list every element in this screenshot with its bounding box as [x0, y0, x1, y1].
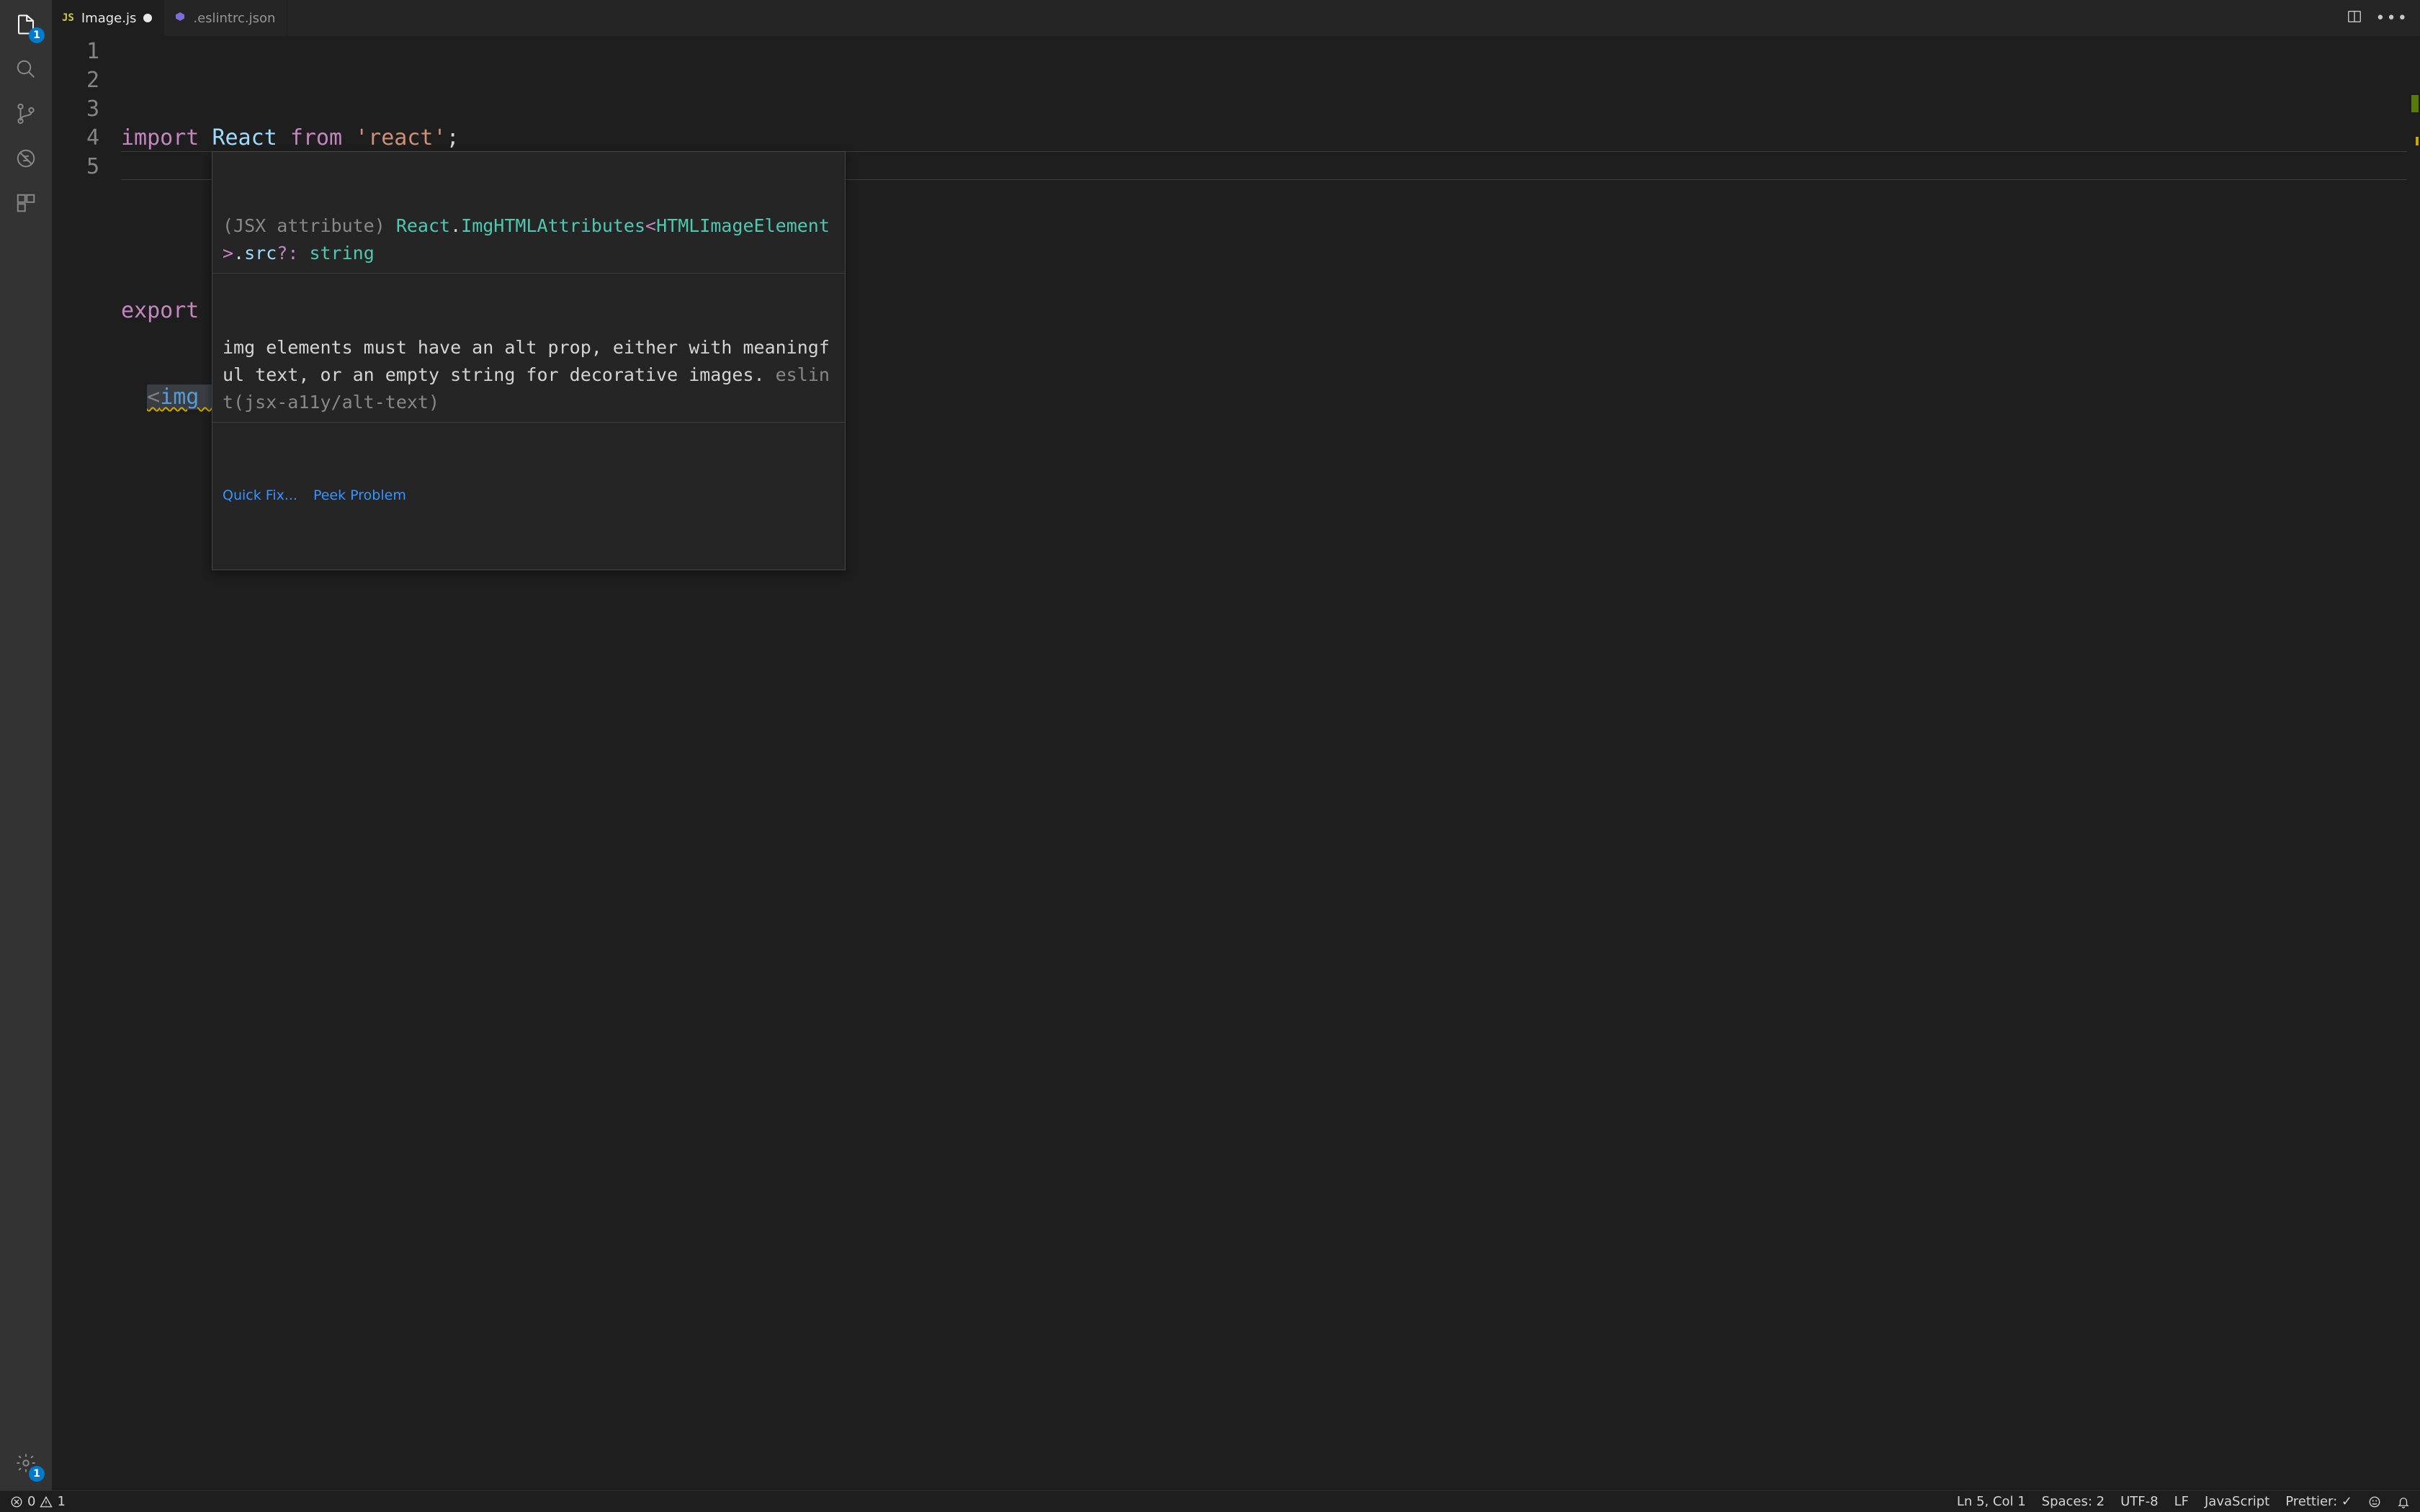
debug-icon — [15, 148, 37, 169]
dirty-indicator-icon — [143, 14, 152, 22]
activity-bar: 1 1 — [0, 0, 52, 1490]
token: ; — [447, 125, 460, 150]
line-number: 4 — [52, 124, 99, 153]
activity-search[interactable] — [9, 52, 43, 86]
status-bar: 0 1 Ln 5, Col 1 Spaces: 2 UTF-8 LF JavaS… — [0, 1490, 2420, 1512]
hover-token: . — [233, 243, 244, 264]
token: img — [160, 384, 199, 410]
extensions-icon — [15, 192, 37, 214]
token: 'react' — [355, 125, 446, 150]
hover-token: ?: — [277, 243, 298, 264]
line-number-gutter: 1 2 3 4 5 — [52, 36, 121, 1490]
line-number: 2 — [52, 66, 99, 95]
hover-signature: (JSX attribute) React.ImgHTMLAttributes<… — [212, 207, 845, 274]
peek-problem-link[interactable]: Peek Problem — [313, 482, 406, 509]
eslint-file-icon — [174, 11, 186, 25]
activity-extensions[interactable] — [9, 186, 43, 220]
activity-source-control[interactable] — [9, 96, 43, 131]
token: import — [121, 125, 199, 150]
activity-debug[interactable] — [9, 141, 43, 176]
hover-token: React — [396, 215, 450, 236]
hover-token: > — [223, 243, 233, 264]
hover-lint-text: img elements must have an alt prop, eith… — [223, 337, 830, 385]
activity-settings[interactable]: 1 — [9, 1446, 43, 1480]
hover-tooltip: (JSX attribute) React.ImgHTMLAttributes<… — [212, 151, 846, 570]
token — [199, 384, 212, 410]
status-feedback[interactable] — [2368, 1495, 2381, 1508]
hover-token: src — [244, 243, 277, 264]
status-error-count: 0 — [27, 1494, 35, 1509]
error-icon — [10, 1495, 23, 1508]
token: < — [147, 384, 160, 410]
settings-badge: 1 — [29, 1466, 45, 1482]
hover-actions: Quick Fix... Peek Problem — [212, 477, 845, 515]
editor[interactable]: 1 2 3 4 5 import React from 'react'; exp… — [52, 36, 2420, 1490]
status-encoding[interactable]: UTF-8 — [2120, 1494, 2158, 1509]
hover-token: . — [450, 215, 461, 236]
overview-warning-mark — [2416, 137, 2419, 145]
split-editor-button[interactable] — [2347, 9, 2362, 27]
status-prettier[interactable]: Prettier: ✓ — [2285, 1494, 2352, 1509]
split-editor-icon — [2347, 9, 2362, 24]
js-file-icon: JS — [62, 12, 74, 24]
tab-label: Image.js — [81, 11, 136, 26]
tab-label: .eslintrc.json — [193, 11, 275, 26]
token: from — [290, 125, 342, 150]
status-notifications[interactable] — [2397, 1495, 2410, 1508]
line-number: 5 — [52, 153, 99, 181]
overview-ruler[interactable] — [2407, 36, 2420, 1490]
hover-lint-message: img elements must have an alt prop, eith… — [212, 328, 845, 423]
hover-token: string — [298, 243, 374, 264]
code-area[interactable]: import React from 'react'; export const … — [121, 36, 2407, 1490]
branch-icon — [15, 103, 37, 125]
token: export — [121, 298, 199, 323]
status-warning-count: 1 — [57, 1494, 65, 1509]
warning-icon — [40, 1495, 53, 1508]
ellipsis-icon: ••• — [2375, 9, 2408, 27]
hover-token: HTMLImageElement — [656, 215, 830, 236]
quick-fix-link[interactable]: Quick Fix... — [223, 482, 297, 509]
status-eol[interactable]: LF — [2174, 1494, 2189, 1509]
status-linecol[interactable]: Ln 5, Col 1 — [1957, 1494, 2026, 1509]
more-actions-button[interactable]: ••• — [2375, 9, 2408, 27]
status-language[interactable]: JavaScript — [2205, 1494, 2269, 1509]
activity-explorer[interactable]: 1 — [9, 7, 43, 42]
line-number: 1 — [52, 37, 99, 66]
overview-change-mark — [2411, 95, 2419, 112]
token: React — [212, 125, 277, 150]
hover-token: ImgHTMLAttributes — [461, 215, 645, 236]
smiley-icon — [2368, 1495, 2381, 1508]
hover-token: (JSX attribute) — [223, 215, 396, 236]
tab-bar: JS Image.js .eslintrc.json ••• — [52, 0, 2420, 36]
bell-icon — [2397, 1495, 2410, 1508]
status-problems[interactable]: 0 1 — [10, 1494, 66, 1509]
explorer-badge: 1 — [29, 27, 45, 43]
status-indent[interactable]: Spaces: 2 — [2042, 1494, 2105, 1509]
hover-token: < — [645, 215, 656, 236]
line-number: 3 — [52, 95, 99, 124]
search-icon — [15, 58, 37, 80]
tab-image-js[interactable]: JS Image.js — [52, 0, 164, 36]
tab-eslintrc[interactable]: .eslintrc.json — [164, 0, 287, 36]
